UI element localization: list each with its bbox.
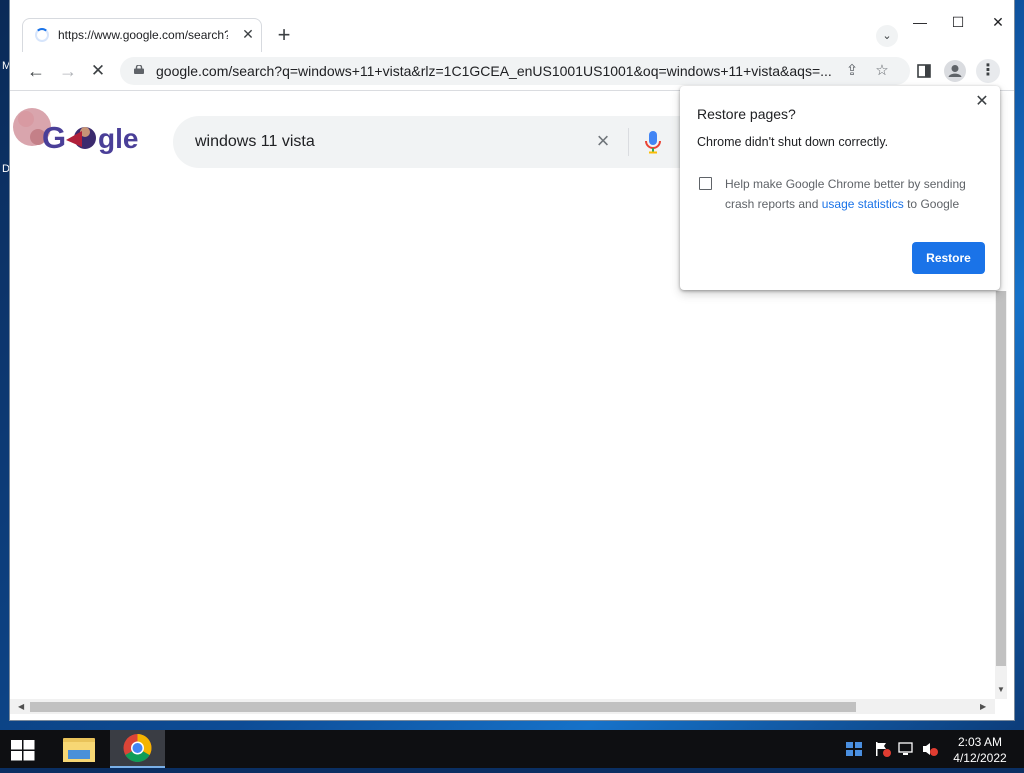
usage-statistics-link[interactable]: usage statistics [822, 197, 904, 211]
google-doodle-logo[interactable]: G gle [12, 97, 142, 161]
clear-search-icon[interactable]: × [591, 129, 615, 153]
desktop-icon-label[interactable]: D [2, 163, 10, 175]
restore-pages-dialog: Restore pages? ✕ Chrome didn't shut down… [680, 86, 1000, 290]
dialog-message: Chrome didn't shut down correctly. [697, 135, 889, 149]
usage-stats-checkbox[interactable] [699, 177, 712, 190]
maximize-button[interactable]: ☐ [943, 12, 973, 32]
vertical-scrollbar[interactable]: ▼ [995, 291, 1007, 699]
address-bar[interactable]: google.com/search?q=windows+11+vista&rlz… [120, 57, 910, 85]
chrome-icon [123, 734, 152, 762]
action-center-flag-icon[interactable] [874, 741, 892, 757]
side-panel-icon [917, 64, 931, 78]
lock-icon [134, 65, 144, 74]
checkbox-label: Help make Google Chrome better by sendin… [725, 174, 980, 214]
volume-muted-icon[interactable] [921, 741, 939, 757]
new-tab-button[interactable]: + [272, 24, 296, 48]
horizontal-scroll-thumb[interactable] [30, 702, 856, 712]
menu-button[interactable]: ⋮ [976, 59, 1000, 83]
avatar-icon [948, 65, 962, 77]
folder-icon [63, 738, 95, 762]
loading-spinner-icon [35, 28, 49, 42]
windows-start-icon[interactable] [8, 739, 38, 761]
tab-title: https://www.google.com/search?q [58, 28, 228, 42]
tab-close-icon[interactable]: ✕ [239, 25, 257, 43]
restore-button[interactable]: Restore [912, 242, 985, 274]
checkbox-label-text-end: to Google [903, 197, 960, 211]
svg-text:gle: gle [98, 123, 138, 154]
side-panel-button[interactable] [912, 59, 936, 83]
close-icon[interactable]: ✕ [972, 92, 992, 112]
minimize-button[interactable]: — [905, 12, 935, 32]
url-text: google.com/search?q=windows+11+vista&rlz… [156, 63, 832, 79]
taskbar: 2:03 AM 4/12/2022 [0, 730, 1024, 768]
search-divider [628, 128, 629, 156]
search-input[interactable]: windows 11 vista [195, 133, 315, 151]
close-window-button[interactable]: ✕ [983, 12, 1013, 32]
taskbar-chrome[interactable] [110, 730, 165, 768]
scroll-down-arrow[interactable]: ▼ [995, 685, 1007, 697]
network-grid-icon[interactable] [845, 741, 863, 757]
scroll-right-arrow[interactable]: ▶ [980, 702, 986, 711]
system-clock[interactable]: 2:03 AM 4/12/2022 [948, 734, 1012, 766]
vertical-scroll-thumb[interactable] [996, 291, 1006, 666]
taskbar-file-explorer[interactable] [54, 730, 104, 768]
back-button[interactable]: ← [24, 59, 48, 83]
microphone-icon[interactable] [643, 130, 663, 154]
tab-google-search[interactable]: https://www.google.com/search?q ✕ [22, 18, 262, 52]
share-icon[interactable]: ⇪ [842, 61, 862, 81]
horizontal-scrollbar[interactable]: ◀ ▶ [10, 699, 995, 714]
stop-loading-button[interactable]: ✕ [86, 59, 110, 83]
profile-button[interactable] [944, 60, 966, 82]
scroll-left-arrow[interactable]: ◀ [18, 702, 24, 711]
forward-button[interactable]: → [56, 59, 80, 83]
search-box[interactable]: windows 11 vista × [173, 116, 713, 168]
tab-strip: https://www.google.com/search?q ✕ + ⌄ — … [10, 0, 1014, 52]
svg-text:G: G [42, 120, 66, 155]
network-icon[interactable] [898, 741, 916, 757]
clock-time: 2:03 AM [957, 735, 1003, 749]
tab-search-button[interactable]: ⌄ [876, 25, 898, 47]
dialog-title: Restore pages? [697, 106, 796, 122]
clock-date: 4/12/2022 [953, 751, 1007, 765]
bookmark-star-icon[interactable]: ☆ [872, 61, 892, 81]
